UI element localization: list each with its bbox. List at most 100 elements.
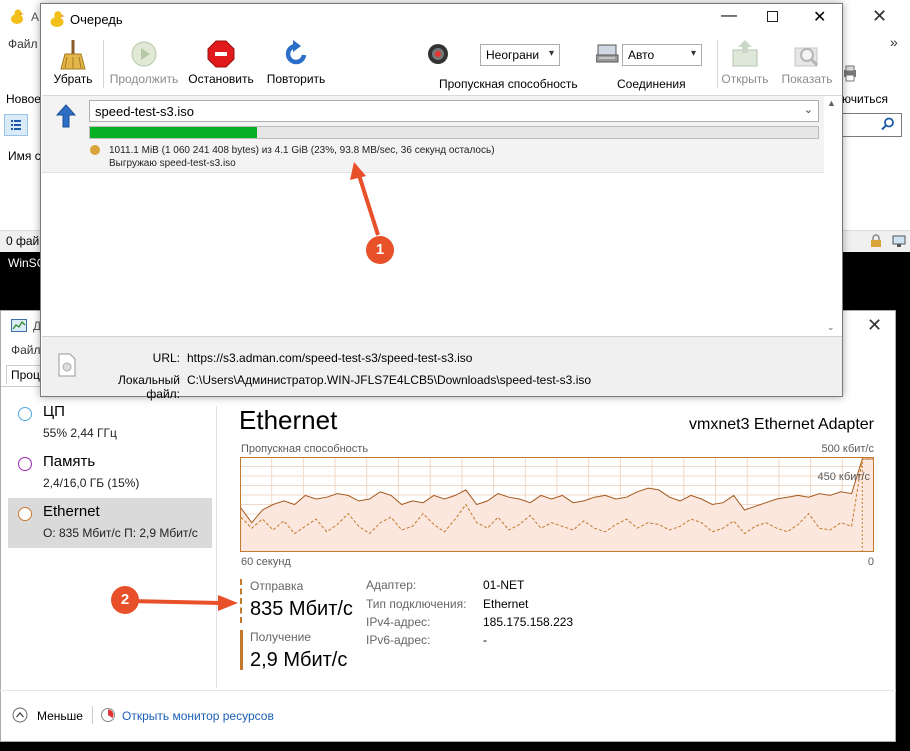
chevron-down-icon: ▾ xyxy=(548,48,554,59)
chevron-down-icon: ⌄ xyxy=(803,104,813,116)
footer-divider xyxy=(0,690,896,691)
graph-title: Пропускная способность xyxy=(241,443,369,455)
queue-window: Очередь — ✕ Убрать Продолжить Остановить xyxy=(40,3,843,401)
minimize-icon[interactable]: — xyxy=(721,7,737,25)
queue-toolbar: Убрать Продолжить Остановить Повторить Н… xyxy=(41,34,842,94)
detail-value: 01-NET xyxy=(483,578,525,592)
winscp-icon xyxy=(10,9,24,24)
resume-button[interactable]: Продолжить xyxy=(107,40,181,86)
send-stat: Отправка 835 Мбит/с xyxy=(240,577,360,625)
remove-label: Убрать xyxy=(53,72,93,86)
maximize-icon[interactable] xyxy=(767,11,778,22)
sidebar-item-sub: О: 835 Мбит/с П: 2,9 Мбит/с xyxy=(43,526,198,540)
scroll-down-icon[interactable]: ⌄ xyxy=(827,322,835,333)
action-text: Выгружаю speed-test-s3.iso xyxy=(109,158,236,169)
printer-icon[interactable] xyxy=(842,64,858,82)
local-file-value: C:\Users\Администратор.WIN-JFLS7E4LCB5\D… xyxy=(187,373,592,387)
remove-button[interactable]: Убрать xyxy=(49,40,97,86)
local-file-label: Локальный файл: xyxy=(118,373,180,401)
retry-icon xyxy=(282,40,310,68)
graph-zero-label: 0 xyxy=(867,556,874,568)
sidebar-item-memory[interactable]: Память 2,4/16,0 ГБ (15%) xyxy=(8,448,212,498)
memory-indicator-icon xyxy=(18,457,32,471)
adapter-name: vmxnet3 Ethernet Adapter xyxy=(689,416,874,433)
send-label: Отправка xyxy=(250,579,304,593)
status-text: 0 фай xyxy=(6,234,40,248)
queue-scrollbar[interactable]: ▲ ⌄ xyxy=(824,96,842,336)
file-icon xyxy=(58,353,76,380)
search-icon[interactable] xyxy=(881,117,895,134)
open-label: Открыть xyxy=(721,72,769,86)
detail-key: Адаптер: xyxy=(366,578,417,592)
background-right-toolbar: ючиться xyxy=(840,54,910,110)
close-icon[interactable]: ✕ xyxy=(813,7,826,27)
close-icon[interactable]: ✕ xyxy=(867,315,882,336)
connections-select[interactable]: Авто ▾ xyxy=(622,44,702,66)
sidebar-item-sub: 2,4/16,0 ГБ (15%) xyxy=(43,476,140,490)
toolbar-separator xyxy=(717,40,718,88)
winscp-icon xyxy=(49,10,65,31)
detail-value: 185.175.158.223 xyxy=(483,615,574,629)
status-dot-icon xyxy=(90,145,100,155)
url-value: https://s3.adman.com/speed-test-s3/speed… xyxy=(187,351,473,365)
recv-stat-bar xyxy=(240,630,243,670)
progress-text: 1011.1 MiB (1 060 241 408 bytes) из 4.1 … xyxy=(109,145,495,156)
graph-max-label: 500 кбит/с xyxy=(821,443,874,455)
speed-limit-value: Неограни xyxy=(486,48,540,62)
detail-value: - xyxy=(483,633,487,647)
recv-stat: Получение 2,9 Мбит/с xyxy=(240,628,360,672)
task-manager-icon xyxy=(11,319,27,336)
graph-time-label: 60 секунд xyxy=(241,556,291,568)
chevron-down-icon: ▾ xyxy=(690,48,696,59)
show-label: Показать xyxy=(781,72,833,86)
detail-value: Ethernet xyxy=(483,597,529,611)
detail-key: IPv4-адрес: xyxy=(366,615,431,629)
new-button[interactable]: Новое xyxy=(6,92,41,106)
queue-item[interactable]: speed-test-s3.iso ⌄ 1011.1 MiB (1 060 24… xyxy=(42,96,824,173)
detail-key: IPv6-адрес: xyxy=(366,633,431,647)
graph-ref-label: 450 кбит/с xyxy=(817,471,870,483)
queue-title: Очередь xyxy=(70,12,123,27)
recv-value: 2,9 Мбит/с xyxy=(250,649,348,671)
connect-button[interactable]: ючиться xyxy=(842,92,888,106)
scroll-up-icon[interactable]: ▲ xyxy=(827,98,836,108)
open-resource-monitor-link[interactable]: Открыть монитор ресурсов xyxy=(122,709,274,723)
show-button[interactable]: Показать xyxy=(777,40,837,86)
queue-titlebar: Очередь — ✕ xyxy=(41,4,842,34)
speed-limit-select[interactable]: Неограни ▾ xyxy=(480,44,560,66)
progress-fill xyxy=(90,127,257,138)
chevron-icon[interactable]: » xyxy=(890,34,898,50)
connections-value: Авто xyxy=(628,48,655,62)
lock-icon xyxy=(870,234,882,251)
view-toggle-icon[interactable] xyxy=(4,114,28,136)
queue-info-panel: URL: https://s3.adman.com/speed-test-s3/… xyxy=(42,336,842,401)
speed-limit-icon xyxy=(427,43,449,68)
upload-arrow-icon xyxy=(55,104,77,131)
sidebar-item-ethernet[interactable]: Ethernet О: 835 Мбит/с П: 2,9 Мбит/с xyxy=(8,498,212,548)
stop-button[interactable]: Остановить xyxy=(187,40,255,86)
search-input[interactable] xyxy=(840,113,902,137)
stop-icon xyxy=(207,40,235,68)
broom-icon xyxy=(59,40,87,70)
fewer-details-button[interactable]: Меньше xyxy=(37,709,83,723)
queue-file-select[interactable]: speed-test-s3.iso ⌄ xyxy=(89,100,819,122)
queue-file-name: speed-test-s3.iso xyxy=(95,104,194,119)
menu-file[interactable]: Файл xyxy=(8,37,38,51)
close-icon[interactable]: ✕ xyxy=(872,6,887,27)
menu-file[interactable]: Файл xyxy=(11,343,41,357)
monitor-icon xyxy=(892,234,906,251)
folder-open-icon xyxy=(731,40,759,68)
column-header-name[interactable]: Имя с xyxy=(8,149,41,163)
footer-separator xyxy=(92,706,93,724)
send-value: 835 Мбит/с xyxy=(250,598,353,620)
ethernet-indicator-icon xyxy=(18,507,32,521)
queue-list: speed-test-s3.iso ⌄ 1011.1 MiB (1 060 24… xyxy=(42,95,842,336)
retry-button[interactable]: Повторить xyxy=(263,40,329,86)
open-button[interactable]: Открыть xyxy=(721,40,769,86)
recv-label: Получение xyxy=(250,630,311,644)
annotation-badge-1: 1 xyxy=(366,236,394,264)
annotation-badge-2: 2 xyxy=(111,586,139,614)
resume-label: Продолжить xyxy=(109,72,179,86)
sidebar-item-cpu[interactable]: ЦП 55% 2,44 ГГц xyxy=(8,398,212,448)
chevron-up-icon[interactable] xyxy=(12,707,28,726)
